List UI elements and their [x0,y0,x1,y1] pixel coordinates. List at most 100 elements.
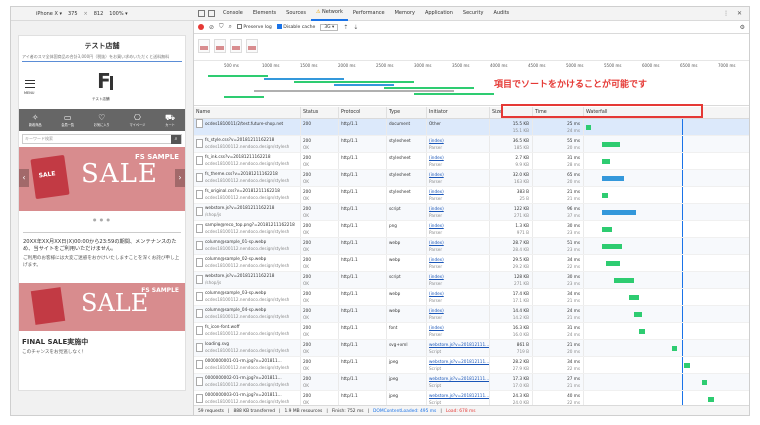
store-logo[interactable]: F [93,70,115,94]
table-row[interactable]: column@sample_01-sp.webp ocdes18100112.ne… [194,238,749,255]
device-height[interactable]: 812 [94,11,104,17]
row-waterfall[interactable] [584,204,749,220]
tab-security[interactable]: Security [458,7,489,20]
row-name-cell[interactable]: fs_ink.css?v=20181211162218 ocdes18100112… [194,153,301,169]
nav-cart[interactable]: ⛟ カート [165,113,175,127]
row-waterfall[interactable] [584,391,749,405]
device-select[interactable]: iPhone X ▾ [36,11,62,17]
table-row[interactable]: webstore.js?v=20181211162218/shop/js 200 O… [194,272,749,289]
row-waterfall[interactable] [584,374,749,390]
row-initiator-primary[interactable]: (index) [429,273,489,280]
table-row[interactable]: column@sample_02-sp.webp ocdes18100112.ne… [194,255,749,272]
carousel-dots[interactable]: ● ● ● [19,217,185,222]
settings-gear-icon[interactable]: ⚙ [740,24,749,31]
screenshot-filmstrip[interactable] [194,34,749,61]
row-name-cell[interactable]: webstore.js?v=20181211162218/shop/js [194,204,301,220]
row-initiator-primary[interactable]: (index) [429,205,489,212]
column-protocol[interactable]: Protocol [339,107,387,118]
row-name-cell[interactable]: 0000000001-01-rm.jpg?v=201811... ocdes181… [194,357,301,373]
row-name-cell[interactable]: fs_style.css?v=20181211162218 ocdes181001… [194,136,301,152]
column-status[interactable]: Status [301,107,339,118]
filmstrip-frame[interactable] [230,39,242,53]
table-row[interactable]: fs_icon-font.woff ocdes18100112.nendoco.d… [194,323,749,340]
row-name-cell[interactable]: loading.svg ocdes18100112.nendoco.design/… [194,340,301,356]
tab-audits[interactable]: Audits [488,7,514,20]
nav-member-list[interactable]: ▭ 会員一覧 [61,113,74,127]
row-initiator-primary[interactable]: webstore.js?v=201812111... [429,341,489,348]
device-toggle-icon[interactable] [208,10,215,17]
tab-performance[interactable]: Performance [348,7,390,20]
row-initiator-primary[interactable]: webstore.js?v=201812111... [429,358,489,365]
row-name-cell[interactable]: fs_original.css?v=20181211162218 ocdes181… [194,187,301,203]
row-initiator-primary[interactable]: (index) [429,171,489,178]
table-row[interactable]: fs_original.css?v=20181211162218 ocdes181… [194,187,749,204]
row-waterfall[interactable] [584,323,749,339]
row-waterfall[interactable] [584,255,749,271]
preserve-log-checkbox[interactable] [236,24,242,29]
column-initiator[interactable]: Initiator [427,107,490,118]
row-initiator-primary[interactable]: (index) [429,256,489,263]
search-icon[interactable]: ⌕ [171,134,181,144]
row-name-cell[interactable]: sample@reco_top.png?=20181211162218 ocdes… [194,221,301,237]
chevron-right-icon[interactable]: › [175,169,185,187]
filmstrip-frame[interactable] [198,39,210,53]
row-name-cell[interactable]: webstore.js?v=20181211162218/shop/js [194,272,301,288]
row-initiator-primary[interactable]: (index) [429,324,489,331]
row-waterfall[interactable] [584,357,749,373]
sale-banner[interactable]: SALE FS SAMPLE ‹ › [19,147,185,211]
table-row[interactable]: webstore.js?v=20181211162218/shop/js 200 O… [194,204,749,221]
more-and-close-icons[interactable]: ⋮ ✕ [723,10,749,17]
row-name-cell[interactable]: ocdes1810011/2/test.future-shop.net [194,119,301,135]
row-name-cell[interactable]: fs_icon-font.woff ocdes18100112.nendoco.d… [194,323,301,339]
phone-viewport[interactable]: テスト店舗 アイ者のスマ全体国商品の合計3,000円（税抜）をお買い求めいただく… [18,35,186,391]
table-row[interactable]: fs_theme.css?v=20181211162218 ocdes181001… [194,170,749,187]
tab-sources[interactable]: Sources [281,7,311,20]
table-row[interactable]: 0000000001-01-rm.jpg?v=201811... ocdes181… [194,357,749,374]
row-name-cell[interactable]: column@sample_01-sp.webp ocdes18100112.ne… [194,238,301,254]
row-name-cell[interactable]: column@sample_02-sp.webp ocdes18100112.ne… [194,255,301,271]
table-row[interactable]: 0000000002-01-rm.jpg?v=201811... ocdes181… [194,374,749,391]
final-sale-banner[interactable]: SALE FS SAMPLE [19,283,185,331]
tab-application[interactable]: Application [420,7,458,20]
row-initiator-primary[interactable]: webstore.js?v=201812111... [429,375,489,382]
row-waterfall[interactable] [584,170,749,186]
row-waterfall[interactable] [584,272,749,288]
tab-network[interactable]: ⚠ Network [310,7,348,21]
inspect-icon[interactable] [198,10,205,17]
import-icon[interactable]: ⇡ [343,24,348,31]
nav-new-items[interactable]: ✧ 新着商品 [29,113,42,127]
row-initiator-primary[interactable]: (index) [429,222,489,229]
record-icon[interactable] [198,24,204,30]
table-row[interactable]: ocdes1810011/2/test.future-shop.net 200 ht… [194,119,749,136]
disable-cache-option[interactable]: Disable cache [276,24,315,30]
filmstrip-frame[interactable] [214,39,226,53]
column-type[interactable]: Type [387,107,427,118]
row-initiator-primary[interactable]: webstore.js?v=201812111... [429,392,489,399]
disable-cache-checkbox[interactable] [276,24,282,29]
row-waterfall[interactable] [584,289,749,305]
row-name-cell[interactable]: column@sample_04-sp.webp ocdes18100112.ne… [194,306,301,322]
row-waterfall[interactable] [584,340,749,356]
row-initiator-primary[interactable]: (index) [429,290,489,297]
search-icon[interactable]: ⌕ [229,23,232,31]
table-row[interactable]: 0000000003-01-rm.jpg?v=201811... ocdes181… [194,391,749,405]
chevron-left-icon[interactable]: ‹ [19,169,29,187]
filmstrip-frame[interactable] [246,39,258,53]
row-initiator-primary[interactable]: (index) [429,239,489,246]
row-name-cell[interactable]: fs_theme.css?v=20181211162218 ocdes181001… [194,170,301,186]
network-overview-timeline[interactable]: 500 ms 1000 ms 1500 ms 2000 ms 2500 ms 3… [194,61,749,106]
row-waterfall[interactable] [584,119,749,135]
table-row[interactable]: loading.svg ocdes18100112.nendoco.design/… [194,340,749,357]
row-name-cell[interactable]: 0000000002-01-rm.jpg?v=201811... ocdes181… [194,374,301,390]
table-row[interactable]: fs_style.css?v=20181211162218 ocdes181001… [194,136,749,153]
tab-memory[interactable]: Memory [390,7,420,20]
table-row[interactable]: column@sample_04-sp.webp ocdes18100112.ne… [194,306,749,323]
row-initiator-primary[interactable]: Other [429,120,489,127]
menu-icon[interactable] [25,80,35,88]
zoom-select[interactable]: 100% ▾ [109,11,127,17]
row-initiator-primary[interactable]: (index) [429,137,489,144]
search-input[interactable]: キーワード検索 [25,136,53,142]
row-waterfall[interactable] [584,306,749,322]
row-waterfall[interactable] [584,153,749,169]
nav-mypage[interactable]: ⎔ マイページ [129,113,145,127]
